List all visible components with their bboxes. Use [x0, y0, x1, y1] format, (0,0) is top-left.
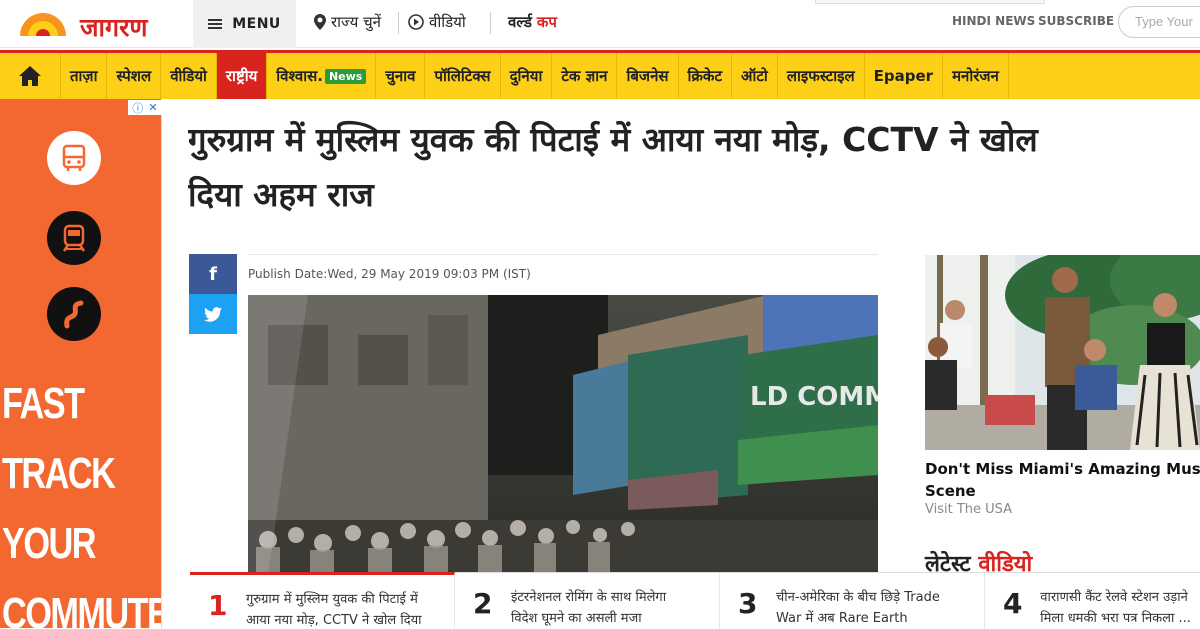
trending-number: 2	[473, 587, 493, 620]
trending-line: गुरुग्राम में मुस्लिम युवक की पिटाई में	[246, 592, 418, 607]
news-pill: News	[324, 68, 367, 84]
nav-item-video[interactable]: वीडियो	[161, 53, 217, 99]
nav-item-politics[interactable]: पॉलिटिक्स	[425, 53, 501, 99]
ad-info-icon: ⓘ	[132, 101, 144, 115]
hindi-news-link[interactable]: HINDI NEWS	[952, 14, 1035, 28]
search-input[interactable]: Type Your	[1118, 6, 1200, 38]
left-ad-banner[interactable]: FAST TRACK YOUR COMMUTE	[0, 99, 162, 628]
main-nav: ताज़ा स्पेशल वीडियो राष्ट्रीय विश्वास. N…	[0, 50, 1200, 99]
headline-line-1: गुरुग्राम में मुस्लिम युवक की पिटाई में …	[188, 120, 1038, 159]
facebook-icon: f	[209, 263, 217, 285]
sun-logo-icon	[20, 13, 66, 36]
nav-item-cricket[interactable]: क्रिकेट	[679, 53, 733, 99]
trending-line: विदेश घूमने का असली मजा	[511, 611, 642, 626]
trending-strip: 1 गुरुग्राम में मुस्लिम युवक की पिटाई मे…	[190, 572, 1200, 629]
nav-item-lifestyle[interactable]: लाइफस्टाइल	[778, 53, 865, 99]
promo-title-line-1: Don't Miss Miami's Amazing Musi	[925, 460, 1200, 478]
ad-word-your: YOUR	[2, 519, 96, 568]
bus-icon	[47, 131, 101, 185]
trending-item[interactable]: 4 वाराणसी कैंट रेलवे स्टेशन उड़ाने मिला …	[985, 573, 1200, 629]
trending-line: वाराणसी कैंट रेलवे स्टेशन उड़ाने	[1040, 590, 1188, 605]
road-icon	[47, 287, 101, 341]
trending-line: इंटरनेशनल रोमिंग के साथ मिलेगा	[511, 590, 667, 605]
publish-date: Publish Date:Wed, 29 May 2019 09:03 PM (…	[248, 254, 878, 294]
nav-item-vishvas-news[interactable]: विश्वास. News	[267, 53, 377, 99]
trending-line: आया नया मोड़, CCTV ने खोल दिया	[246, 613, 422, 628]
ad-close-icon[interactable]: ✕	[148, 101, 157, 114]
location-pin-icon	[314, 14, 326, 30]
state-select-link[interactable]: राज्य चुनें	[314, 12, 381, 32]
promo-image[interactable]	[925, 255, 1200, 450]
nav-item-election[interactable]: चुनाव	[376, 53, 426, 99]
headline-line-2: दिया अहम राज	[188, 175, 374, 214]
promo-title-line-2: Scene	[925, 482, 976, 500]
subscribe-link[interactable]: SUBSCRIBE	[1038, 14, 1114, 28]
miami-scene-photo	[925, 255, 1200, 450]
trending-line: मिला धमकी भरा पत्र निकला ...	[1040, 611, 1191, 626]
ad-choices-badge[interactable]: ⓘ ✕	[128, 100, 162, 115]
article-image[interactable]: LD COMM	[248, 295, 878, 575]
logo-text: जागरण	[80, 13, 148, 42]
nav-item-world[interactable]: दुनिया	[501, 53, 553, 99]
nav-item-tech[interactable]: टेक ज्ञान	[552, 53, 618, 99]
video-link-label: वीडियो	[429, 13, 466, 31]
site-logo[interactable]: जागरण	[18, 8, 178, 42]
divider	[398, 12, 399, 34]
twitter-share-button[interactable]	[189, 294, 237, 334]
divider	[490, 12, 491, 34]
ad-word-commute: COMMUTE	[2, 589, 162, 628]
trending-text: चीन-अमेरिका के बीच छिड़े Trade War में अ…	[776, 587, 976, 629]
hamburger-icon	[208, 19, 223, 29]
nav-item-special[interactable]: स्पेशल	[107, 53, 162, 99]
nav-item-entertainment[interactable]: मनोरंजन	[943, 53, 1009, 99]
street-crowd-photo: LD COMM	[248, 295, 878, 575]
worldcup-link[interactable]: वर्ल्ड कप	[508, 12, 557, 32]
vishvas-label: विश्वास.	[276, 67, 323, 85]
nav-item-taaza[interactable]: ताज़ा	[61, 53, 108, 99]
trending-text: इंटरनेशनल रोमिंग के साथ मिलेगा विदेश घूम…	[511, 587, 711, 629]
trending-number: 1	[208, 589, 228, 622]
trending-item[interactable]: 3 चीन-अमेरिका के बीच छिड़े Trade War में…	[720, 573, 985, 629]
menu-label: MENU	[232, 16, 281, 32]
twitter-icon	[204, 306, 222, 322]
nav-home[interactable]	[0, 53, 61, 99]
state-select-label: राज्य चुनें	[331, 13, 381, 31]
article-headline: गुरुग्राम में मुस्लिम युवक की पिटाई में …	[188, 112, 1200, 222]
promo-source[interactable]: Visit The USA	[925, 502, 1012, 517]
play-circle-icon	[408, 14, 424, 30]
menu-button[interactable]: MENU	[193, 0, 296, 48]
top-popup-strip	[815, 0, 1045, 4]
video-link[interactable]: वीडियो	[408, 12, 466, 32]
facebook-share-button[interactable]: f	[189, 254, 237, 294]
trending-text: गुरुग्राम में मुस्लिम युवक की पिटाई में …	[246, 589, 446, 628]
shop-sign-text: LD COMM	[750, 382, 878, 412]
promo-title[interactable]: Don't Miss Miami's Amazing Musi Scene	[925, 458, 1200, 502]
nav-item-epaper[interactable]: Epaper	[865, 53, 944, 99]
train-icon	[47, 211, 101, 265]
worldcup-label-highlight: कप	[536, 13, 557, 31]
nav-item-national[interactable]: राष्ट्रीय	[216, 53, 268, 99]
nav-item-auto[interactable]: ऑटो	[732, 53, 778, 99]
trending-item[interactable]: 1 गुरुग्राम में मुस्लिम युवक की पिटाई मे…	[190, 572, 455, 628]
trending-number: 3	[738, 587, 758, 620]
worldcup-label: वर्ल्ड	[508, 13, 532, 31]
ad-word-fast: FAST	[2, 379, 85, 428]
top-bar: जागरण MENU राज्य चुनें वीडियो वर्ल्ड कप …	[0, 0, 1200, 48]
trending-item[interactable]: 2 इंटरनेशनल रोमिंग के साथ मिलेगा विदेश घ…	[455, 573, 720, 629]
trending-number: 4	[1003, 587, 1023, 620]
trending-text: वाराणसी कैंट रेलवे स्टेशन उड़ाने मिला धम…	[1040, 587, 1200, 629]
nav-item-business[interactable]: बिजनेस	[617, 53, 679, 99]
home-icon	[19, 66, 41, 86]
trending-line: चीन-अमेरिका के बीच छिड़े Trade	[776, 590, 940, 605]
ad-word-track: TRACK	[2, 449, 116, 498]
trending-line: War में अब Rare Earth	[776, 611, 908, 626]
